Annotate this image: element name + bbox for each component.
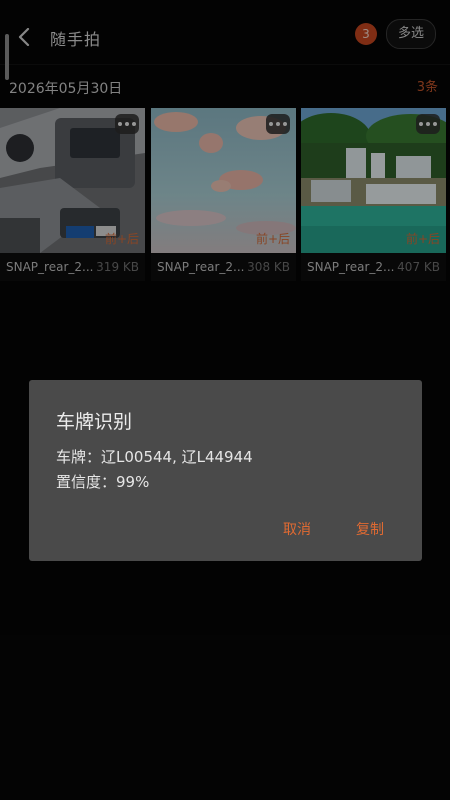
confidence-text: 置信度：99% bbox=[56, 473, 150, 491]
plate-recognition-dialog: 车牌识别 车牌：辽L00544, 辽L44944 置信度：99% 取消 复制 bbox=[29, 380, 422, 561]
plate-result-text: 车牌：辽L00544, 辽L44944 bbox=[56, 448, 253, 466]
copy-button[interactable]: 复制 bbox=[356, 519, 384, 539]
dialog-title: 车牌识别 bbox=[56, 411, 133, 433]
app-root: 随手拍 3 多选 2026年05月30日 3条 前+后 SNAP_rear_2.… bbox=[0, 0, 450, 800]
cancel-button[interactable]: 取消 bbox=[283, 519, 311, 539]
